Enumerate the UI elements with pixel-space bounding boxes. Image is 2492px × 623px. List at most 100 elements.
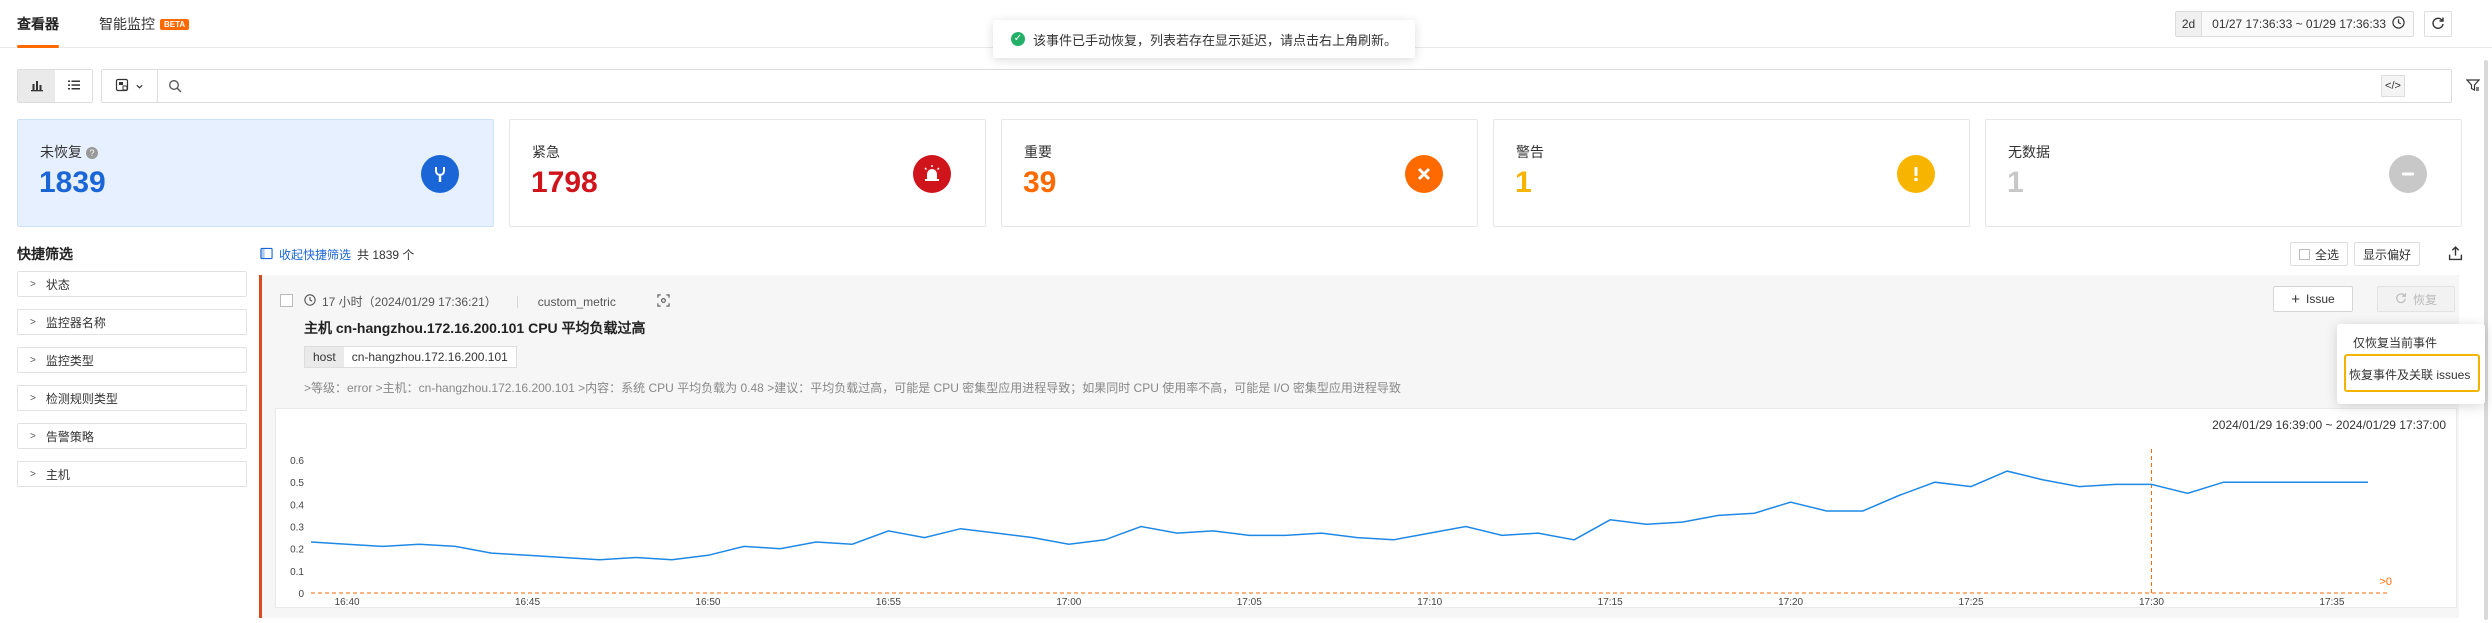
view-toggle — [17, 69, 93, 103]
stat-card-value: 1 — [1515, 166, 1532, 199]
quick-filter-alert-policy[interactable]: > 告警策略 — [17, 423, 247, 449]
siren-icon — [913, 155, 951, 193]
time-range-text: 01/27 17:36:33 ~ 01/29 17:36:33 — [2212, 17, 2386, 31]
stat-card-label: 警告 — [1516, 144, 1544, 160]
chevron-right-icon: > — [30, 430, 36, 442]
quick-filter-host[interactable]: > 主机 — [17, 461, 247, 487]
search-input[interactable] — [190, 74, 2340, 98]
quick-filter-label: 监控器名称 — [45, 315, 106, 330]
tab-smart-monitor[interactable]: 智能监控 BETA — [99, 14, 190, 48]
tab-viewer-label: 查看器 — [17, 16, 59, 32]
restore-button-label: 恢复 — [2412, 292, 2437, 307]
search-bar: </> — [101, 69, 2452, 103]
restore-current-only-option[interactable]: 仅恢复当前事件 — [2353, 334, 2437, 351]
collapse-panel-icon[interactable] — [260, 247, 273, 263]
saved-view-select[interactable] — [102, 70, 158, 102]
quick-filter-title: 快捷筛选 — [17, 246, 73, 262]
select-all-checkbox[interactable]: 全选 — [2290, 242, 2349, 266]
quick-filter-rule-type[interactable]: > 检测规则类型 — [17, 385, 247, 411]
restore-icon — [2395, 292, 2407, 307]
help-icon[interactable]: ? — [86, 147, 98, 159]
chart-view-button[interactable] — [18, 70, 55, 102]
stat-card-value: 39 — [1023, 166, 1057, 199]
stat-card-warning[interactable]: 警告 1 — [1493, 119, 1970, 227]
quick-filter-label: 主机 — [45, 467, 70, 482]
y-tick-label: 0.3 — [290, 523, 304, 534]
stat-card-label: 未恢复? — [40, 142, 98, 162]
stat-card-value: 1 — [2007, 166, 2024, 199]
stat-card-nodata[interactable]: 无数据 1 — [1985, 119, 2462, 227]
y-tick-label: 0.4 — [290, 500, 304, 511]
divider — [516, 295, 518, 308]
x-tick-label: 16:45 — [515, 597, 540, 608]
restore-menu: 仅恢复当前事件 恢复事件及关联 issues — [2337, 324, 2485, 404]
event-title[interactable]: 主机 cn-hangzhou.172.16.200.101 CPU 平均负载过高 — [304, 318, 646, 338]
stat-card-critical[interactable]: 紧急 1798 — [509, 119, 986, 227]
beta-badge: BETA — [160, 19, 190, 30]
x-tick-label: 16:50 — [695, 597, 720, 608]
check-circle-icon: ✓ — [1011, 32, 1025, 46]
refresh-button[interactable] — [2424, 11, 2452, 37]
checkbox-box — [2299, 248, 2310, 260]
chevron-right-icon: > — [30, 316, 36, 328]
stat-card-unrecovered[interactable]: 未恢复? 1839 — [17, 119, 494, 227]
list-view-button[interactable] — [55, 70, 92, 102]
x-tick-label: 17:25 — [1959, 597, 1984, 608]
collapse-quick-filter-link[interactable]: 收起快捷筛选 — [279, 246, 351, 263]
quick-filter-status[interactable]: > 状态 — [17, 271, 247, 297]
event-checkbox[interactable] — [280, 294, 293, 307]
stat-card-label: 无数据 — [2008, 144, 2050, 160]
stat-card-major[interactable]: 重要 39 — [1001, 119, 1478, 227]
restore-button[interactable]: 恢复 — [2377, 286, 2455, 312]
x-tick-label: 16:40 — [335, 597, 360, 608]
stat-card-label: 重要 — [1024, 144, 1052, 160]
create-issue-button[interactable]: + Issue — [2273, 286, 2353, 312]
tag-key: host — [305, 347, 344, 367]
chevron-down-icon — [135, 79, 144, 94]
restore-with-issues-option[interactable]: 恢复事件及关联 issues — [2349, 366, 2470, 383]
load-chart: 0 0.1 0.2 0.3 0.4 0.5 0.6 16:40 16:45 16:50 16:55 1… — [290, 449, 2392, 608]
event-meta: 17 小时（2024/01/29 17:36:21） custom_metric — [304, 293, 670, 310]
stat-card-label: 紧急 — [532, 144, 560, 160]
x-tick-label: 17:20 — [1778, 597, 1803, 608]
y-tick-label: 0.2 — [290, 545, 304, 556]
quick-filter-label: 告警策略 — [45, 429, 94, 444]
x-tick-label: 17:15 — [1598, 597, 1623, 608]
quick-filter-monitor-name[interactable]: > 监控器名称 — [17, 309, 247, 335]
series-line — [310, 470, 2368, 561]
event-description: >等级：error >主机：cn-hangzhou.172.16.200.101… — [304, 381, 1401, 395]
code-mode-button[interactable]: </> — [2381, 75, 2405, 97]
export-icon[interactable] — [2448, 246, 2463, 264]
quick-filter-label: 监控类型 — [45, 353, 94, 368]
clock-icon — [304, 294, 316, 309]
list-header-left: 收起快捷筛选 共 1839 个 — [260, 246, 414, 263]
issue-button-label: Issue — [2306, 292, 2335, 306]
stat-card-value: 1839 — [39, 166, 106, 199]
chevron-right-icon: > — [30, 278, 36, 290]
x-tick-label: 17:35 — [2319, 597, 2344, 608]
tab-smart-monitor-label: 智能监控 — [99, 16, 155, 32]
time-range-picker[interactable]: 2d 01/27 17:36:33 ~ 01/29 17:36:33 — [2174, 11, 2414, 37]
event-time: 17 小时（2024/01/29 17:36:21） — [322, 295, 497, 309]
threshold-label: >0 — [2379, 576, 2392, 588]
tab-viewer[interactable]: 查看器 — [17, 14, 59, 48]
list-icon — [67, 78, 81, 95]
x-tick-label: 17:05 — [1237, 597, 1262, 608]
y-tick-label: 0.5 — [290, 478, 304, 489]
wrench-icon — [421, 155, 459, 193]
chevron-right-icon: > — [30, 468, 36, 480]
filter-settings-icon[interactable] — [2465, 78, 2481, 95]
quick-filter-monitor-type[interactable]: > 监控类型 — [17, 347, 247, 373]
search-icon — [168, 79, 182, 96]
stat-label-text: 未恢复 — [40, 144, 82, 160]
display-preference-button[interactable]: 显示偏好 — [2354, 242, 2421, 266]
clock-icon — [2392, 16, 2413, 32]
event-item[interactable]: 17 小时（2024/01/29 17:36:21） custom_metric… — [259, 275, 2459, 618]
x-tick-label: 17:10 — [1417, 597, 1442, 608]
success-toast: ✓ 该事件已手动恢复，列表若存在显示延迟，请点击右上角刷新。 — [993, 20, 1416, 58]
focus-icon[interactable] — [657, 293, 670, 310]
divider — [636, 296, 637, 308]
minus-icon — [2389, 155, 2427, 193]
select-all-label: 全选 — [2315, 247, 2340, 262]
refresh-icon — [2431, 16, 2445, 33]
